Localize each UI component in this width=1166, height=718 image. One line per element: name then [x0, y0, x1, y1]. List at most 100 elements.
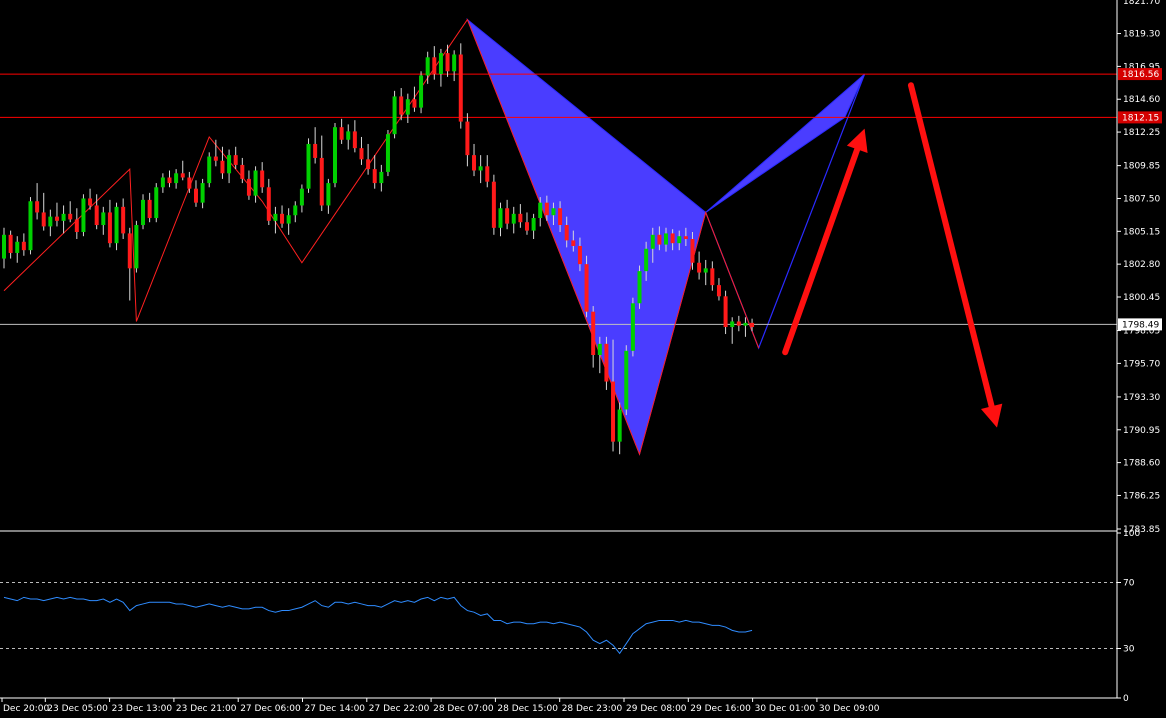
candle-body: [478, 166, 483, 171]
chart-background: [0, 0, 1166, 718]
time-tick-label: 28 Dec 15:00: [497, 704, 558, 714]
candle-body: [630, 303, 635, 351]
candle-body: [558, 208, 563, 226]
candle-body: [677, 236, 682, 244]
candle-body: [571, 240, 576, 246]
price-tick-label: 1786.25: [1123, 491, 1160, 501]
candle-body: [35, 201, 40, 213]
candle-body: [736, 321, 741, 326]
candle-body: [743, 322, 748, 326]
candle-body: [538, 202, 543, 219]
current-price-label: 1798.49: [1122, 320, 1159, 330]
candle-body: [664, 233, 668, 245]
candle-94: [624, 345, 629, 416]
price-tick-label-top: 1821.70: [1123, 0, 1160, 7]
candle-body: [577, 245, 582, 265]
level-tag-label: 1812.15: [1122, 113, 1159, 123]
candle-body: [81, 198, 86, 233]
candle-63: [419, 71, 424, 114]
candle-body: [101, 212, 106, 226]
level-tag-label: 1816.56: [1122, 70, 1159, 80]
candle-body: [425, 57, 430, 76]
candle-body: [644, 248, 649, 272]
candle-59: [392, 90, 397, 139]
candle-body: [88, 198, 93, 206]
time-tick-label: Dec 20:00: [3, 704, 49, 714]
candle-body: [28, 201, 33, 251]
candle-body: [412, 99, 417, 108]
candle-body: [531, 218, 536, 231]
candle-88: [584, 255, 589, 318]
time-tick-label: 28 Dec 07:00: [433, 704, 494, 714]
candle-body: [200, 183, 205, 203]
candle-body: [313, 143, 318, 158]
candle-body: [266, 187, 271, 221]
candle-46: [306, 138, 311, 193]
candle-50: [333, 122, 337, 188]
candle-58: [385, 129, 390, 177]
time-tick-label: 27 Dec 06:00: [240, 704, 301, 714]
candle-17: [114, 202, 119, 251]
candle-body: [385, 134, 390, 172]
price-tick-label: 1783.85: [1123, 525, 1160, 535]
candle-body: [167, 177, 172, 184]
rsi-tick-label: 70: [1123, 579, 1135, 589]
candle-body: [690, 238, 695, 263]
candle-body: [366, 159, 371, 170]
candle-body: [41, 212, 46, 227]
price-tick-label: 1805.15: [1123, 227, 1160, 237]
time-tick-label: 29 Dec 08:00: [626, 704, 687, 714]
price-tick-label: 1788.60: [1123, 459, 1160, 469]
candle-body: [657, 234, 662, 245]
candle-body: [160, 177, 165, 188]
candle-body: [61, 213, 66, 221]
candle-body: [240, 164, 245, 179]
candle-body: [584, 264, 589, 312]
chart: 100703001821.701819.301816.951814.601812…: [0, 0, 1166, 718]
candle-74: [491, 174, 496, 235]
time-tick-label: 30 Dec 01:00: [755, 704, 816, 714]
time-tick-label: 27 Dec 22:00: [369, 704, 430, 714]
candle-body: [617, 409, 622, 442]
candle-body: [21, 241, 26, 251]
candle-body: [280, 213, 285, 224]
candle-body: [227, 155, 232, 174]
candle-body: [359, 148, 364, 160]
candle-body: [346, 131, 351, 140]
candle-body: [518, 213, 523, 223]
price-tick-label: 1795.70: [1123, 359, 1160, 369]
candle-body: [544, 202, 549, 216]
price-tick-label: 1802.80: [1123, 260, 1160, 270]
candle-body: [432, 57, 437, 75]
candle-body: [524, 222, 529, 231]
candle-body: [352, 131, 357, 149]
candle-body: [611, 381, 616, 442]
candle-body: [180, 173, 185, 178]
time-tick-label: 28 Dec 23:00: [562, 704, 623, 714]
candle-body: [154, 187, 159, 219]
candle-95: [630, 297, 635, 357]
price-tick-label: 1790.95: [1123, 426, 1160, 436]
candle-body: [286, 215, 291, 224]
candle-body: [485, 166, 490, 182]
candle-body: [74, 219, 79, 233]
candle-body: [213, 156, 218, 161]
time-tick-label: 23 Dec 13:00: [112, 704, 173, 714]
candle-body: [233, 155, 238, 165]
candle-body: [650, 234, 655, 249]
candle-body: [273, 213, 278, 221]
price-tick-label: 1807.50: [1123, 194, 1160, 204]
candle-body: [445, 53, 450, 72]
candle-body: [465, 121, 470, 156]
candle-body: [703, 268, 708, 273]
candle-body: [379, 171, 384, 184]
candle-body: [472, 155, 477, 171]
candle-body: [624, 350, 629, 410]
candle-body: [174, 173, 179, 184]
candle-23: [154, 183, 159, 223]
candle-body: [372, 169, 377, 184]
candle-body: [107, 212, 112, 244]
candle-body: [597, 343, 602, 355]
candle-body: [253, 170, 258, 196]
rsi-tick-label: 0: [1123, 694, 1129, 704]
